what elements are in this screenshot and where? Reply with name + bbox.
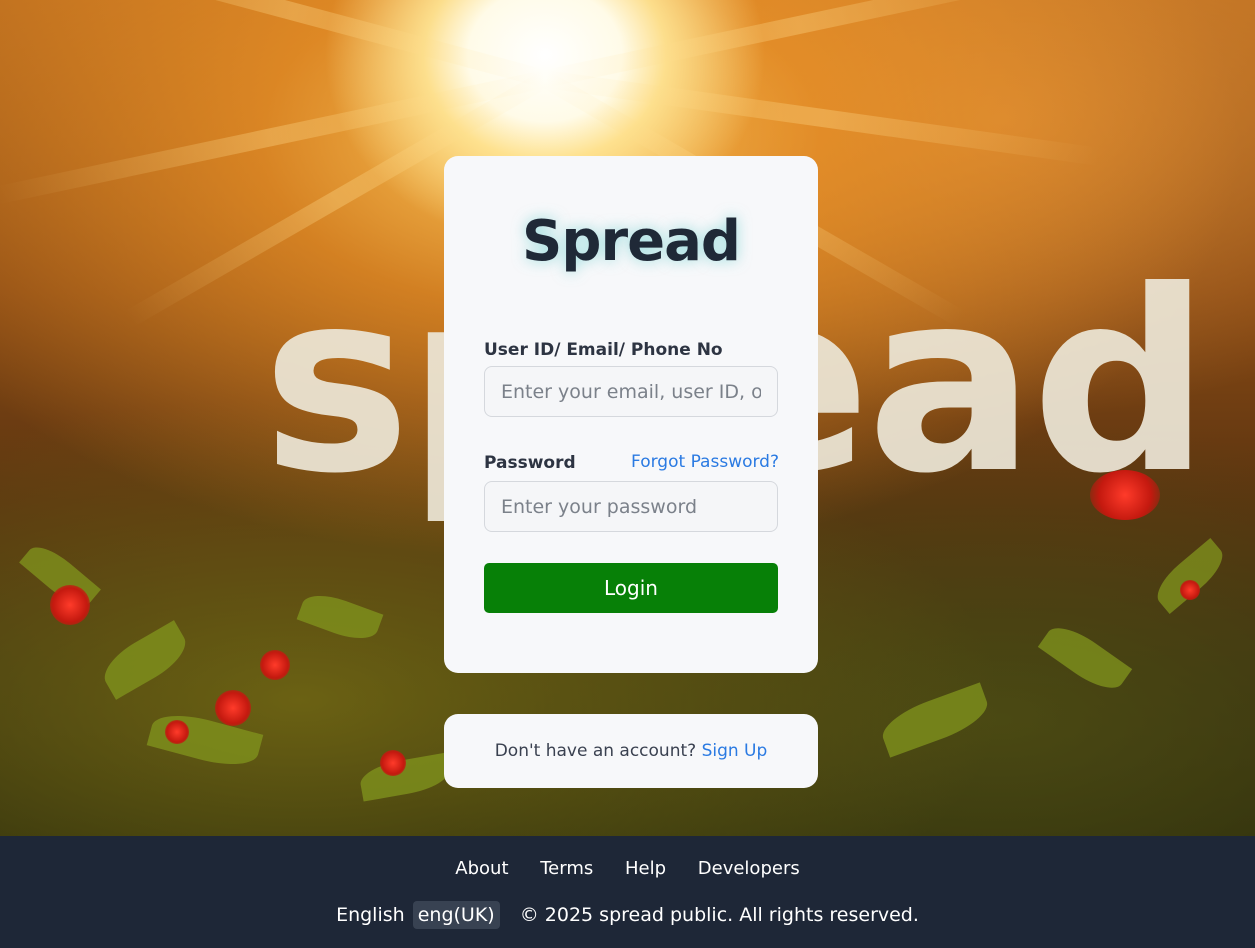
login-button[interactable]: Login: [484, 563, 778, 613]
flower: [260, 650, 290, 680]
flower: [165, 720, 189, 744]
footer-link-help[interactable]: Help: [625, 858, 666, 879]
user-id-input[interactable]: [484, 366, 778, 417]
footer-bottom: English eng(UK) © 2025 spread public. Al…: [0, 901, 1255, 929]
forgot-password-link[interactable]: Forgot Password?: [631, 452, 779, 472]
sun-ray: [40, 0, 548, 88]
footer-link-developers[interactable]: Developers: [698, 858, 800, 879]
leaf: [876, 682, 994, 758]
flower: [50, 585, 90, 625]
signup-prompt: Don't have an account?: [494, 741, 697, 761]
signup-link[interactable]: Sign Up: [702, 741, 768, 761]
flower: [1180, 580, 1200, 600]
footer-link-about[interactable]: About: [455, 858, 508, 879]
footer-nav: About Terms Help Developers: [0, 858, 1255, 879]
leaf: [96, 620, 194, 700]
language-label: English: [336, 904, 405, 926]
flower: [1090, 470, 1160, 520]
leaf: [1037, 617, 1133, 699]
login-card: Spread User ID/ Email/ Phone No Password…: [444, 156, 818, 673]
copyright-text: © 2025 spread public. All rights reserve…: [519, 904, 919, 926]
footer: About Terms Help Developers English eng(…: [0, 836, 1255, 948]
flower: [215, 690, 251, 726]
leaf: [1149, 538, 1231, 614]
password-input[interactable]: [484, 481, 778, 532]
password-label: Password: [484, 453, 576, 473]
signup-card: Don't have an account? Sign Up: [444, 714, 818, 788]
footer-link-terms[interactable]: Terms: [540, 858, 593, 879]
brand-logo: Spread: [522, 209, 741, 274]
language-select[interactable]: eng(UK): [412, 901, 500, 929]
user-id-label: User ID/ Email/ Phone No: [484, 340, 723, 360]
sun-ray: [543, 0, 1056, 88]
flower: [380, 750, 406, 776]
leaf: [296, 587, 384, 647]
